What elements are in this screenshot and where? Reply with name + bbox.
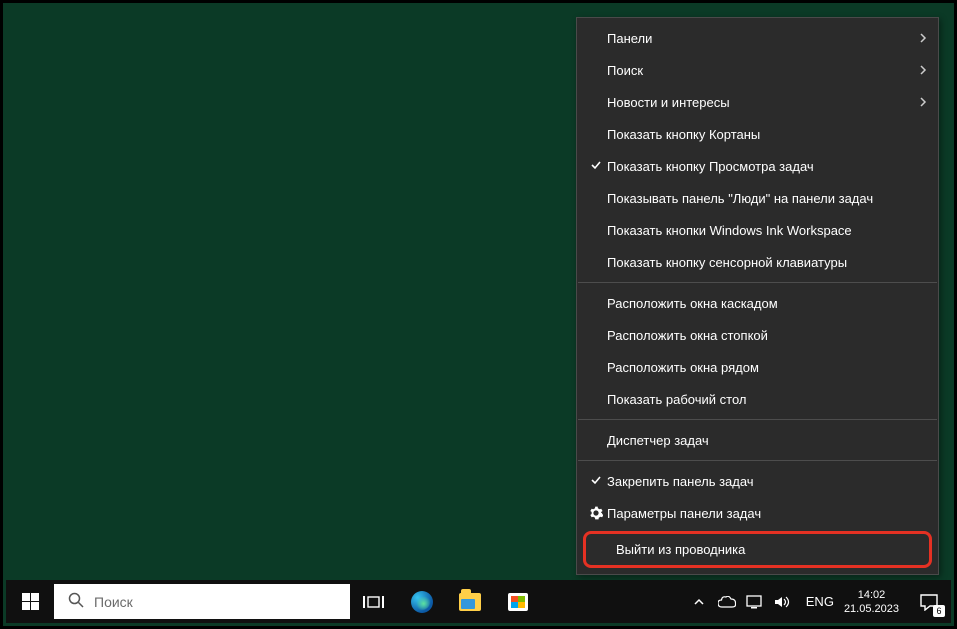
time-text: 14:02 [858,588,886,602]
menu-item-label: Расположить окна стопкой [607,328,912,343]
system-tray [684,580,798,623]
menu-item[interactable]: Диспетчер задач [577,424,938,456]
menu-item[interactable]: Показать кнопку сенсорной клавиатуры [577,246,938,278]
highlighted-menu-item: Выйти из проводника [583,531,932,568]
taskbar-app-explorer[interactable] [446,580,494,623]
menu-item-label: Расположить окна каскадом [607,296,912,311]
taskbar-app-store[interactable] [494,580,542,623]
menu-item[interactable]: Показать рабочий стол [577,383,938,415]
search-icon [68,592,84,611]
chevron-right-icon [912,62,928,78]
menu-item[interactable]: Расположить окна каскадом [577,287,938,319]
menu-item[interactable]: Выйти из проводника [586,534,929,565]
menu-item-label: Новости и интересы [607,95,912,110]
menu-item[interactable]: Закрепить панель задач [577,465,938,497]
menu-item-label: Параметры панели задач [607,506,912,521]
menu-item[interactable]: Показать кнопку Кортаны [577,118,938,150]
menu-item-label: Поиск [607,63,912,78]
menu-item-label: Выйти из проводника [616,542,903,557]
tray-volume-icon[interactable] [774,593,792,611]
menu-item[interactable]: Поиск [577,54,938,86]
tray-onedrive-icon[interactable] [718,593,736,611]
taskbar-context-menu: Панели Поиск Новости и интересы Показать кн… [576,17,939,575]
menu-item[interactable]: Панели [577,22,938,54]
menu-item-label: Закрепить панель задач [607,474,912,489]
menu-item[interactable]: Новости и интересы [577,86,938,118]
check-icon [585,159,607,174]
menu-item-label: Показать кнопку сенсорной клавиатуры [607,255,912,270]
clock[interactable]: 14:02 21.05.2023 [844,588,899,616]
search-input[interactable]: Поиск [54,584,350,619]
menu-item-label: Показать кнопки Windows Ink Workspace [607,223,912,238]
menu-item-label: Расположить окна рядом [607,360,912,375]
menu-item[interactable]: Расположить окна рядом [577,351,938,383]
search-placeholder: Поиск [94,594,133,610]
menu-item-label: Диспетчер задач [607,433,912,448]
menu-item[interactable]: Расположить окна стопкой [577,319,938,351]
folder-icon [459,593,481,611]
menu-item[interactable]: Показывать панель "Люди" на панели задач [577,182,938,214]
menu-item-label: Показать кнопку Кортаны [607,127,912,142]
taskbar-lang-date[interactable]: ENG 14:02 21.05.2023 [798,580,907,623]
menu-item-label: Показать кнопку Просмотра задач [607,159,912,174]
action-center-button[interactable]: 6 [907,580,951,623]
tray-overflow-button[interactable] [690,593,708,611]
menu-item-label: Показывать панель "Люди" на панели задач [607,191,912,206]
task-view-icon [363,594,385,610]
language-indicator[interactable]: ENG [806,594,834,609]
menu-item[interactable]: Параметры панели задач [577,497,938,529]
check-icon [585,474,607,489]
tray-network-icon[interactable] [746,593,764,611]
menu-separator [578,282,937,283]
chevron-right-icon [912,94,928,110]
menu-separator [578,419,937,420]
start-button[interactable] [6,580,54,623]
taskbar: Поиск ENG 14:02 21.05 [6,580,951,623]
edge-icon [411,591,433,613]
ms-store-icon [508,593,528,611]
taskbar-app-edge[interactable] [398,580,446,623]
gear-icon [585,506,607,520]
menu-item[interactable]: Показать кнопки Windows Ink Workspace [577,214,938,246]
windows-logo-icon [22,593,39,610]
notification-badge: 6 [933,605,945,617]
menu-item-label: Панели [607,31,912,46]
taskbar-spacer [542,580,684,623]
menu-item-label: Показать рабочий стол [607,392,912,407]
chevron-right-icon [912,30,928,46]
menu-item[interactable]: Показать кнопку Просмотра задач [577,150,938,182]
menu-separator [578,460,937,461]
date-text: 21.05.2023 [844,602,899,616]
task-view-button[interactable] [350,580,398,623]
